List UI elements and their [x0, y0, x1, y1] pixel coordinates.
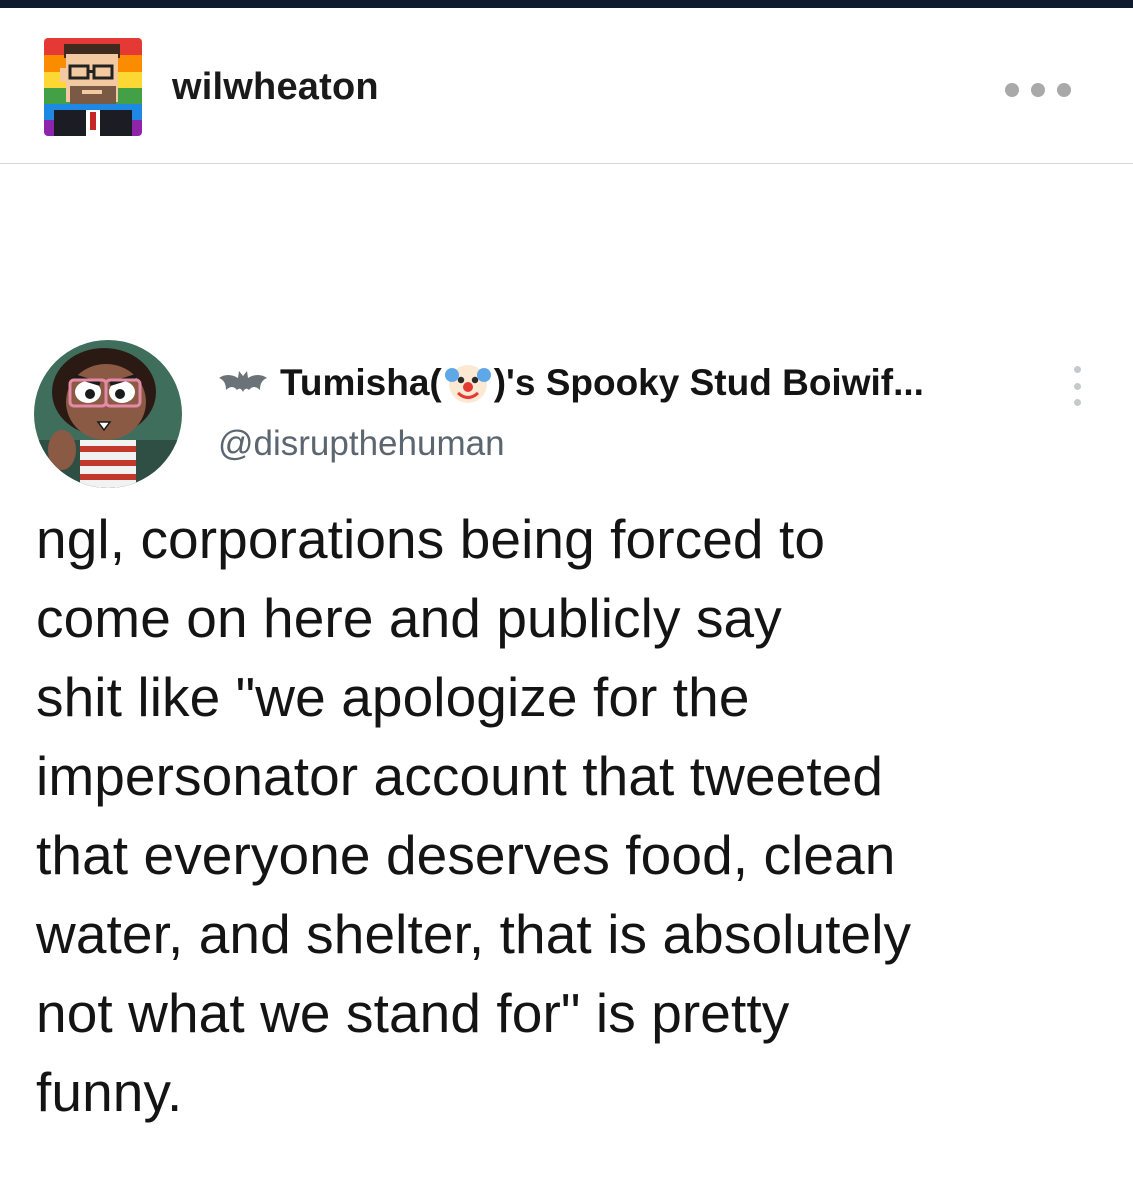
dot: [1073, 399, 1081, 406]
tweet-text-line: ngl, corporations being forced to: [36, 508, 826, 570]
tweet-author-avatar[interactable]: [34, 340, 182, 488]
dot: [1031, 83, 1045, 97]
dot: [1073, 366, 1081, 373]
clown-face-icon: [444, 365, 491, 403]
tweet-text-line: funny.: [36, 1061, 183, 1123]
dot: [1073, 382, 1081, 390]
tweet-text-line: shit like "we apologize for the: [36, 666, 750, 728]
tweet-display-name[interactable]: Tumisha( )'s Spooky Stud Boiwif...: [218, 358, 924, 408]
tweet-body: ngl, corporations being forced to come o…: [36, 500, 1116, 1132]
tweet-text-line: water, and shelter, that is absolutely: [36, 903, 912, 965]
blog-username[interactable]: wilwheaton: [172, 66, 379, 109]
pixel-portrait-avatar-image: [44, 38, 142, 136]
cartoon-avatar-image: [34, 340, 182, 488]
tweet-text-line: not what we stand for" is pretty: [36, 982, 790, 1044]
display-name-prefix: Tumisha(: [280, 362, 442, 403]
bat-icon: [219, 371, 267, 392]
more-horizontal-icon[interactable]: [1005, 80, 1071, 100]
dot: [1005, 83, 1019, 97]
post-header: wilwheaton: [0, 8, 1133, 164]
display-name-suffix: )'s Spooky Stud Boiwif...: [493, 362, 924, 403]
tweet-text-line: come on here and publicly say: [36, 587, 782, 649]
more-vertical-icon[interactable]: [1068, 366, 1086, 406]
tweet-handle[interactable]: @disrupthehuman: [218, 424, 505, 464]
blog-avatar[interactable]: [44, 38, 142, 136]
tweet-text-line: that everyone deserves food, clean: [36, 824, 896, 886]
dot: [1057, 83, 1071, 97]
top-border: [0, 0, 1133, 8]
tweet-text-line: impersonator account that tweeted: [36, 745, 884, 807]
